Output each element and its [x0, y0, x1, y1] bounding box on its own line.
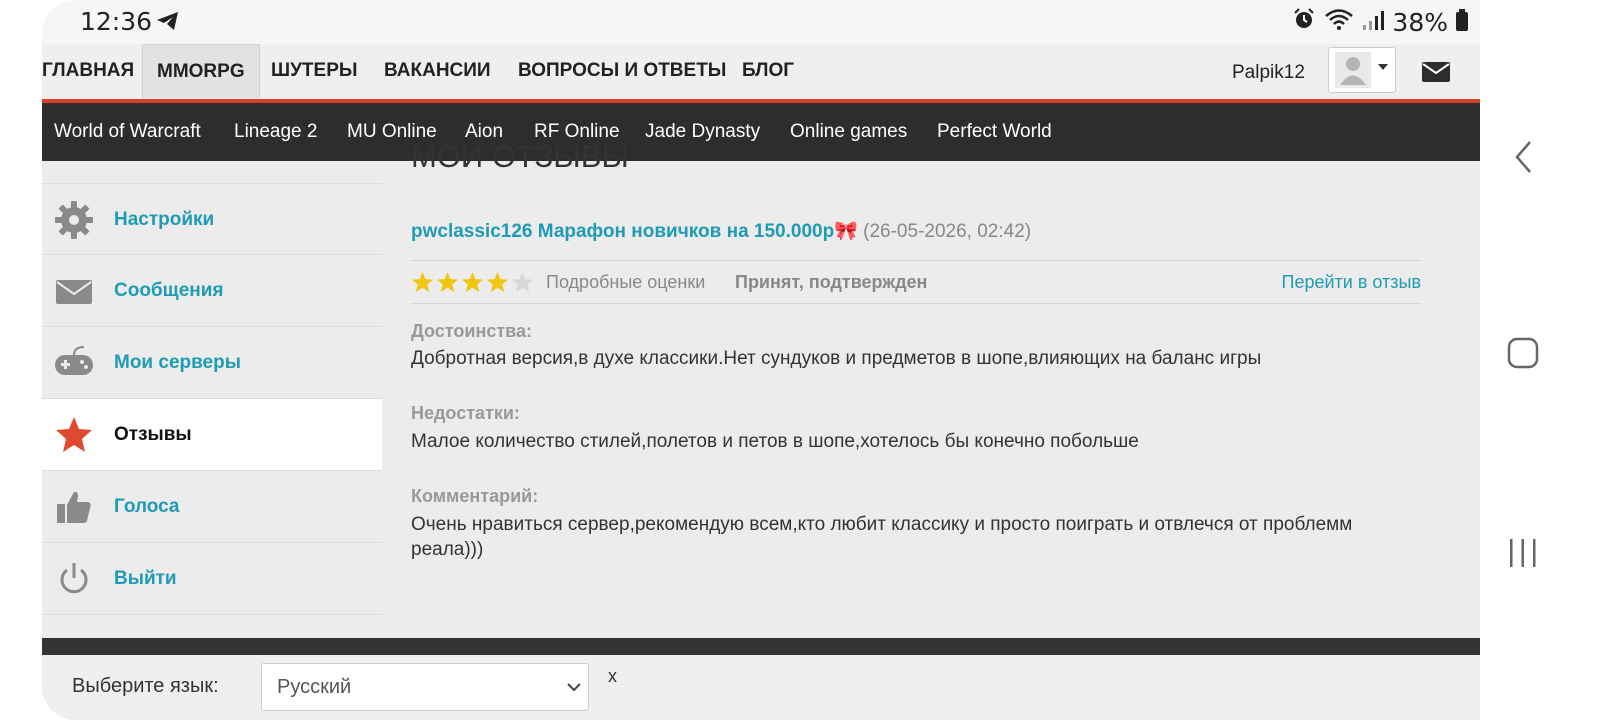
- avatar: [1335, 52, 1388, 88]
- menu-item-mmorpg[interactable]: MMORPG: [142, 44, 260, 98]
- close-language-button[interactable]: x: [608, 666, 617, 687]
- sidebar-item-my-servers[interactable]: Мои серверы: [42, 327, 382, 399]
- browser-screen: 12:36 38% ГЛАВНАЯ MMORPG ШУТЕРЫ ВАКАНСИИ…: [42, 0, 1480, 720]
- goto-review-link[interactable]: Перейти в отзыв: [1282, 272, 1422, 293]
- comment-text: Очень нравиться сервер,рекомендую всем,к…: [411, 514, 1353, 560]
- sidebar-item-label: Мои серверы: [114, 352, 241, 373]
- category-bar: World of Warcraft Lineage 2 MU Online Ai…: [42, 103, 1480, 161]
- review-server-link[interactable]: pwclassic126 Марафон новичков на 150.000…: [411, 221, 858, 242]
- power-icon: [54, 559, 94, 599]
- cons-label: Недостатки:: [411, 403, 520, 423]
- category-lineage2[interactable]: Lineage 2: [234, 103, 317, 161]
- star-rating: [411, 271, 534, 293]
- alarm-icon: [1292, 7, 1316, 37]
- top-menu: ГЛАВНАЯ MMORPG ШУТЕРЫ ВАКАНСИИ ВОПРОСЫ И…: [42, 44, 1480, 103]
- star-filled-icon: [436, 271, 459, 293]
- menu-item-shooters[interactable]: ШУТЕРЫ: [271, 44, 357, 98]
- category-jade-dynasty[interactable]: Jade Dynasty: [645, 103, 760, 161]
- pros-text: Добротная версия,в духе классики.Нет сун…: [411, 348, 1262, 369]
- telegram-icon: [156, 11, 180, 35]
- signal-icon: [1362, 8, 1385, 37]
- detailed-ratings-link[interactable]: Подробные оценки: [546, 272, 705, 293]
- sidebar-item-label: Сообщения: [114, 280, 224, 301]
- gear-icon: [54, 200, 94, 240]
- review-header: pwclassic126 Марафон новичков на 150.000…: [411, 219, 1031, 243]
- menu-item-blog[interactable]: БЛОГ: [742, 44, 794, 98]
- star-filled-icon: [411, 271, 434, 293]
- envelope-icon: [54, 271, 94, 311]
- gamepad-icon: [54, 343, 94, 383]
- menu-item-home[interactable]: ГЛАВНАЯ: [42, 44, 134, 98]
- comment-label: Комментарий:: [411, 486, 539, 506]
- page-title: Мои отзывы: [411, 139, 629, 174]
- language-select[interactable]: Русский: [261, 663, 589, 711]
- status-bar: 12:36 38%: [42, 0, 1480, 44]
- sidebar-item-label: Настройки: [114, 209, 215, 230]
- footer-bar: [42, 638, 1480, 655]
- sidebar-item-settings[interactable]: Настройки: [42, 183, 382, 255]
- thumbs-up-icon: [54, 487, 94, 527]
- star-icon: [54, 415, 94, 455]
- sidebar-item-label: Отзывы: [114, 424, 192, 445]
- language-label: Выберите язык:: [72, 675, 219, 697]
- battery-percent: 38%: [1392, 7, 1448, 37]
- mail-icon[interactable]: [1422, 62, 1450, 87]
- system-navigation-bar: [1480, 0, 1600, 720]
- username[interactable]: Palpik12: [1232, 44, 1305, 102]
- star-empty-icon: [511, 271, 534, 293]
- pros-label: Достоинства:: [411, 321, 532, 341]
- sidebar-item-logout[interactable]: Выйти: [42, 543, 382, 615]
- menu-item-vacancies[interactable]: ВАКАНСИИ: [384, 44, 491, 98]
- language-bar: Выберите язык: Русский x: [42, 655, 1480, 720]
- sidebar-item-messages[interactable]: Сообщения: [42, 255, 382, 327]
- category-perfect-world[interactable]: Perfect World: [937, 103, 1052, 161]
- review-status: Принят, подтвержден: [735, 272, 928, 292]
- menu-item-qa[interactable]: ВОПРОСЫ И ОТВЕТЫ: [518, 44, 726, 98]
- battery-icon: [1456, 8, 1468, 37]
- star-filled-icon: [461, 271, 484, 293]
- clock: 12:36: [80, 7, 153, 36]
- status-icons: 38%: [1292, 7, 1468, 37]
- profile-sidebar: Настройки Сообщения Мои серверы Отзывы Г…: [42, 183, 382, 615]
- chevron-down-icon: [566, 680, 582, 698]
- rating-row: Подробные оценки Принят, подтвержден Пер…: [411, 260, 1421, 304]
- cons-text: Малое количество стилей,полетов и петов …: [411, 431, 1139, 452]
- sidebar-item-votes[interactable]: Голоса: [42, 471, 382, 543]
- review-date: (26-05-2026, 02:42): [863, 221, 1032, 242]
- language-selected: Русский: [277, 676, 352, 698]
- sidebar-item-label: Выйти: [114, 568, 177, 589]
- category-online-games[interactable]: Online games: [790, 103, 907, 161]
- sidebar-item-reviews[interactable]: Отзывы: [42, 399, 382, 471]
- star-filled-icon: [486, 271, 509, 293]
- sidebar-item-label: Голоса: [114, 496, 180, 517]
- wifi-icon: [1324, 7, 1354, 37]
- category-wow[interactable]: World of Warcraft: [54, 103, 201, 161]
- avatar-dropdown[interactable]: [1328, 47, 1396, 93]
- recent-apps-icon[interactable]: [1508, 538, 1538, 573]
- back-icon[interactable]: [1514, 140, 1534, 179]
- home-icon[interactable]: [1507, 337, 1539, 374]
